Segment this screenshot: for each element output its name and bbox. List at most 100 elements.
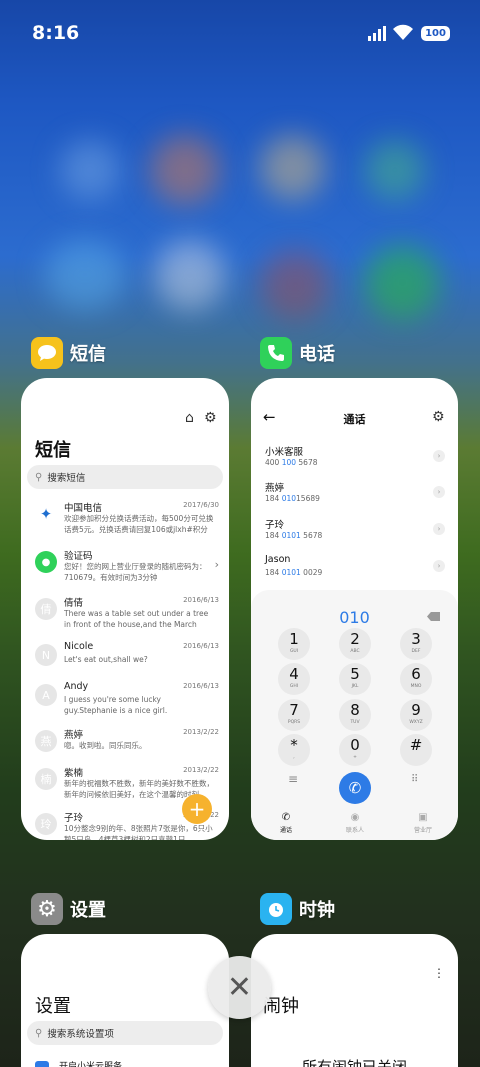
dial-key[interactable]: # bbox=[400, 734, 432, 766]
dial-key[interactable]: *, bbox=[278, 734, 310, 766]
contact-row[interactable]: Jason 184 0101 0029 › bbox=[265, 554, 445, 584]
tab-label: 联系人 bbox=[345, 827, 364, 834]
wallpaper-blur bbox=[260, 250, 330, 320]
dial-key-digit: 5 bbox=[350, 665, 360, 683]
dial-key-digit: 6 bbox=[411, 665, 421, 683]
clock-app-icon bbox=[260, 893, 292, 925]
app-header-phone[interactable]: 电话 bbox=[260, 337, 335, 369]
contact-name: 小米客服 bbox=[265, 447, 304, 458]
dial-key[interactable]: 7 PQRS bbox=[278, 699, 310, 731]
message-preview: 欢迎参加积分兑换话费活动，每500分可兑换话费5元。兑换话费请回复106或jlx… bbox=[64, 514, 214, 534]
phone-card[interactable]: ← 通话 ⚙ 小米客服 400 100 5678 › 燕婷 184 01015689 › 子… bbox=[251, 378, 458, 840]
message-date: 2016/6/13 bbox=[183, 596, 219, 604]
wallpaper-blur bbox=[45, 240, 125, 310]
dial-key[interactable]: 1 GUI bbox=[278, 628, 310, 660]
tab-label: 通话 bbox=[279, 827, 292, 834]
dial-key-digit: 4 bbox=[289, 665, 299, 683]
message-row[interactable]: A Andy 2016/6/13 I guess you're some lucky … bbox=[35, 681, 219, 721]
settings-search-placeholder: 搜索系统设置项 bbox=[47, 1029, 114, 1040]
dial-key[interactable]: 8 TUV bbox=[339, 699, 371, 731]
more-icon[interactable]: ⋮ bbox=[433, 966, 445, 980]
tab-contacts[interactable]: ◉ 联系人 bbox=[335, 812, 375, 834]
message-date: 2016/6/13 bbox=[183, 682, 219, 690]
message-row[interactable]: 倩倩倩 2016/6/13 There was a table set out un… bbox=[35, 595, 219, 635]
dial-key-digit: 3 bbox=[411, 630, 421, 648]
dial-key[interactable]: 9 WXYZ bbox=[400, 699, 432, 731]
number-part: 5678 bbox=[300, 531, 323, 540]
avatar: 楠 bbox=[35, 768, 57, 790]
contact-name: 燕婷 bbox=[265, 483, 285, 494]
dial-key-digit: 8 bbox=[350, 701, 360, 719]
message-row[interactable]: 燕燕婷 2013/2/22 唿。收到啦。同乐同乐。 bbox=[35, 727, 219, 767]
contacts-icon: ◉ bbox=[350, 812, 360, 823]
app-header-sms[interactable]: 短信 bbox=[31, 337, 106, 369]
signal-icon bbox=[368, 26, 386, 41]
message-sender: 中国电信 bbox=[64, 503, 103, 514]
number-part: 400 bbox=[265, 458, 282, 467]
dial-key-letters: + bbox=[353, 755, 357, 760]
message-sender: 燕婷 bbox=[64, 730, 84, 741]
phone-page-title: 通话 bbox=[343, 413, 366, 426]
settings-card[interactable]: 设置 ⚲ 搜索系统设置项 开启小米云服务 bbox=[21, 934, 229, 1067]
wifi-icon bbox=[393, 24, 413, 40]
shop-icon[interactable]: ⌂ bbox=[185, 410, 194, 426]
contact-row[interactable]: 燕婷 184 01015689 › bbox=[265, 480, 445, 510]
sms-card[interactable]: ⌂ ⚙ 短信 ⚲ 搜索短信 ✦ 中国电信 2017/6/30 欢迎参加积分兑换话费活动… bbox=[21, 378, 229, 840]
wallpaper-blur bbox=[260, 135, 325, 200]
app-header-clock[interactable]: 时钟 bbox=[260, 893, 335, 925]
settings-gear-icon[interactable]: ⚙ bbox=[432, 409, 445, 425]
telecom-logo-icon: ✦ bbox=[35, 503, 57, 525]
chevron-right-icon[interactable]: › bbox=[433, 486, 445, 498]
settings-search-input[interactable]: ⚲ 搜索系统设置项 bbox=[27, 1021, 223, 1045]
message-date: 2013/2/22 bbox=[183, 766, 219, 774]
message-preview: 10分整念9别的年、8张照片7张是你，6只小鹅5只鸟、4棵草3棵树和2只喜鹊1只 bbox=[64, 824, 213, 840]
dial-input[interactable]: 010 bbox=[251, 608, 458, 627]
dial-key[interactable]: 0 + bbox=[339, 734, 371, 766]
wallpaper-blur bbox=[60, 140, 120, 200]
status-time: 8:16 bbox=[32, 22, 80, 44]
message-date: 2013/2/22 bbox=[183, 728, 219, 736]
call-button[interactable]: ✆ bbox=[339, 772, 371, 804]
clock-card[interactable]: ⋮ 闹钟 所有闹钟已关闭 bbox=[251, 934, 458, 1067]
sms-page-title: 短信 bbox=[35, 440, 71, 461]
tab-calls[interactable]: ✆ 通话 bbox=[266, 812, 306, 834]
tab-service-hall[interactable]: ▣ 营业厅 bbox=[403, 812, 443, 834]
chevron-right-icon[interactable]: › bbox=[433, 560, 445, 572]
close-all-button[interactable]: ✕ bbox=[208, 956, 271, 1019]
menu-icon[interactable]: ≡ bbox=[288, 772, 298, 786]
chevron-right-icon[interactable]: › bbox=[433, 450, 445, 462]
search-icon: ⚲ bbox=[35, 471, 43, 483]
new-message-button[interactable]: + bbox=[182, 794, 212, 824]
message-row[interactable]: N Nicole 2016/6/13 Let's eat out,shall we? bbox=[35, 641, 219, 681]
avatar: A bbox=[35, 684, 57, 706]
message-sender: Nicole bbox=[64, 641, 94, 652]
message-row[interactable]: ● 验证码 › 您好！您的网上营业厅登录的随机密码为：710679。有效时间为3分钟 bbox=[35, 548, 219, 588]
dial-key[interactable]: 3 DEF bbox=[400, 628, 432, 660]
wallpaper-blur bbox=[365, 140, 425, 200]
dial-key[interactable]: 5 JKL bbox=[339, 663, 371, 695]
dial-key-letters: , bbox=[293, 755, 295, 760]
keypad-toggle-icon[interactable]: ⠿ bbox=[411, 774, 418, 785]
app-header-settings[interactable]: ⚙ 设置 bbox=[31, 893, 106, 925]
avatar: 燕 bbox=[35, 730, 57, 752]
dial-key[interactable]: 2 ABC bbox=[339, 628, 371, 660]
settings-gear-icon[interactable]: ⚙ bbox=[204, 410, 217, 426]
dial-key[interactable]: 6 MNO bbox=[400, 663, 432, 695]
contact-number: 400 100 5678 bbox=[265, 458, 318, 467]
contact-row[interactable]: 子玲 184 0101 5678 › bbox=[265, 517, 445, 547]
dial-key[interactable]: 4 GHI bbox=[278, 663, 310, 695]
no-alarms-text: 所有闹钟已关闭 bbox=[301, 1058, 407, 1067]
contact-row[interactable]: 小米客服 400 100 5678 › bbox=[265, 444, 445, 474]
settings-item-cloud[interactable]: 开启小米云服务 bbox=[35, 1059, 122, 1067]
message-row[interactable]: ✦ 中国电信 2017/6/30 欢迎参加积分兑换话费活动，每500分可兑换话费5元。… bbox=[35, 500, 219, 540]
app-name-settings: 设置 bbox=[70, 900, 106, 921]
dial-key-letters: TUV bbox=[350, 720, 360, 725]
chevron-right-icon[interactable]: › bbox=[433, 523, 445, 535]
dial-key-digit: * bbox=[290, 736, 298, 754]
number-part: 0101 bbox=[281, 568, 301, 577]
dial-key-digit: 0 bbox=[350, 736, 360, 754]
sms-search-input[interactable]: ⚲ 搜索短信 bbox=[27, 465, 223, 489]
dial-key-digit: 7 bbox=[289, 701, 299, 719]
message-sender: Andy bbox=[64, 681, 89, 692]
sms-app-icon bbox=[31, 337, 63, 369]
